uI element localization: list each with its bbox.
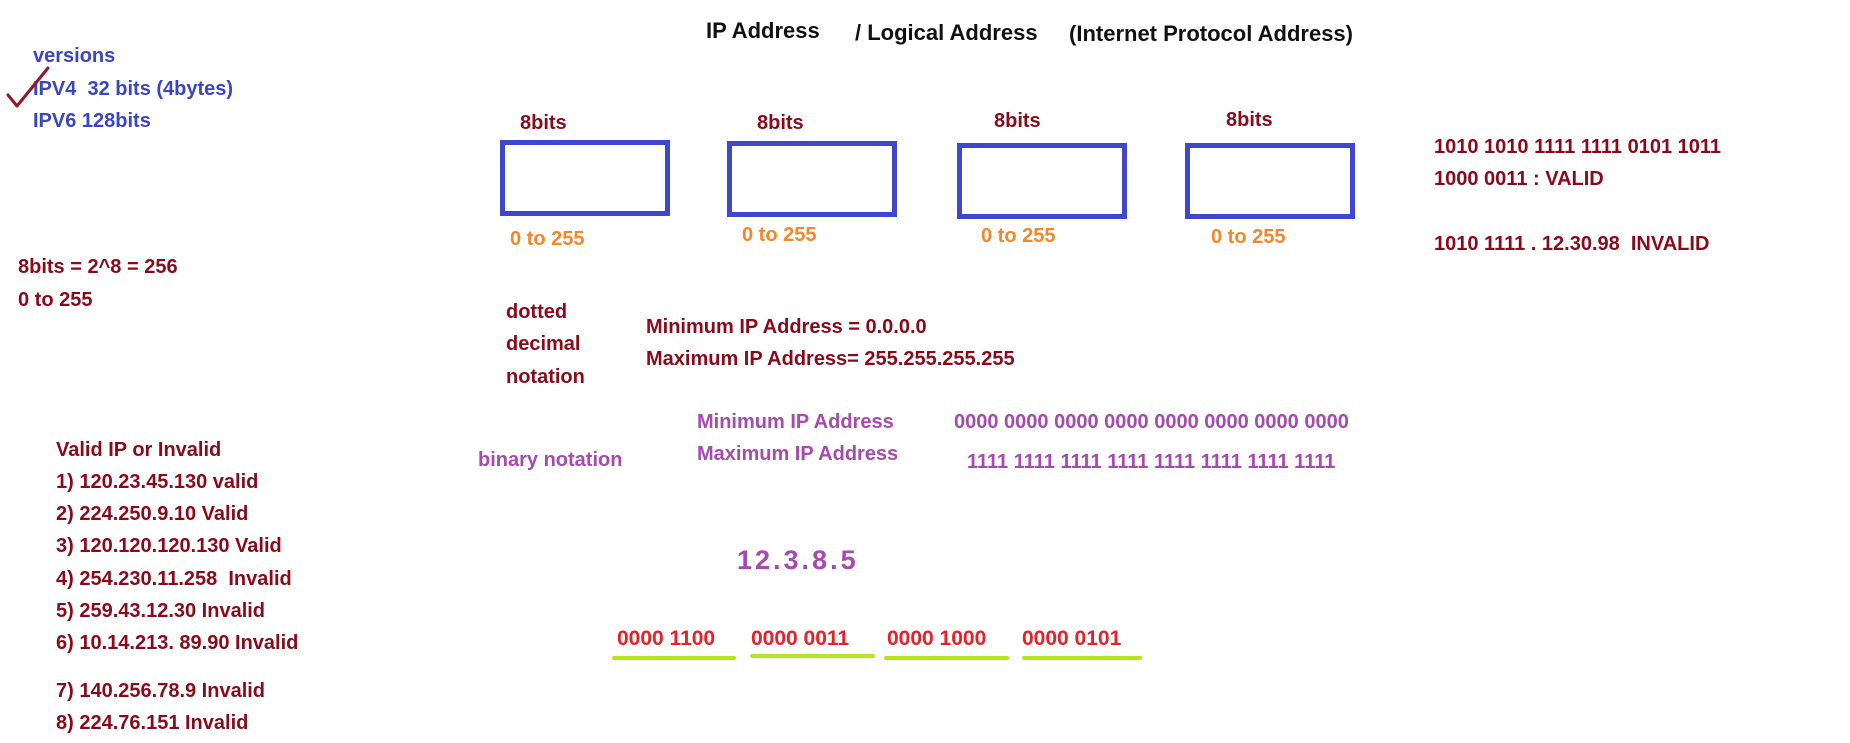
dotted-max: Maximum IP Address= 255.255.255.255	[646, 348, 1015, 370]
validity-item-2: 2) 224.250.9.10 Valid	[56, 503, 249, 525]
octet-1-range: 0 to 255	[510, 228, 585, 250]
example-binary-group-1: 0000 1100	[617, 627, 716, 650]
octet-1-box	[500, 140, 670, 216]
octet-2-bits: 8bits	[757, 112, 804, 134]
example-underline-3	[884, 656, 1009, 660]
octet-4-bits: 8bits	[1226, 109, 1273, 131]
example-binary-group-4: 0000 0101	[1022, 627, 1122, 650]
validity-item-1: 1) 120.23.45.130 valid	[56, 471, 259, 493]
binary-label: binary notation	[478, 449, 623, 471]
validity-item-5: 5) 259.43.12.30 Invalid	[56, 600, 266, 622]
binary-min-label: Minimum IP Address	[697, 411, 894, 433]
validity-item-3: 3) 120.120.120.130 Valid	[56, 535, 282, 557]
octet-1-bits: 8bits	[520, 112, 567, 134]
octet-2-box	[727, 141, 897, 217]
dotted-min: Minimum IP Address = 0.0.0.0	[646, 316, 927, 338]
example-underline-4	[1022, 656, 1142, 660]
example-underline-2	[750, 654, 875, 658]
binary-valid-line2: 1000 0011 : VALID	[1434, 168, 1604, 190]
validity-item-7: 7) 140.256.78.9 Invalid	[56, 680, 266, 702]
octet-2-range: 0 to 255	[742, 224, 817, 246]
octet-3-range: 0 to 255	[981, 225, 1056, 247]
validity-item-6: 6) 10.14.213. 89.90 Invalid	[56, 632, 299, 654]
binary-max-value: 1111 1111 1111 1111 1111 1111 1111 1111	[967, 451, 1336, 473]
example-ip: 12.3.8.5	[737, 545, 859, 575]
example-underline-1	[612, 656, 736, 660]
dotted-label-3: notation	[506, 366, 585, 388]
example-binary-group-2: 0000 0011	[751, 627, 850, 650]
octet-3-bits: 8bits	[994, 110, 1041, 132]
octet-4-box	[1185, 143, 1355, 219]
binary-valid-line1: 1010 1010 1111 1111 0101 1011	[1434, 136, 1722, 158]
eight-bits-formula: 8bits = 2^8 = 256	[18, 256, 178, 278]
octet-4-range: 0 to 255	[1211, 226, 1286, 248]
eight-bits-range: 0 to 255	[18, 289, 93, 311]
octet-3-box	[957, 143, 1127, 219]
dotted-label-2: decimal	[506, 333, 581, 355]
example-binary-group-3: 0000 1000	[887, 627, 987, 650]
binary-min-value: 0000 0000 0000 0000 0000 0000 0000 0000	[954, 411, 1349, 433]
binary-invalid: 1010 1111 . 12.30.98 INVALID	[1434, 233, 1710, 255]
binary-max-label: Maximum IP Address	[697, 443, 899, 465]
validity-item-4: 4) 254.230.11.258 Invalid	[56, 568, 292, 590]
dotted-label-1: dotted	[506, 301, 568, 323]
validity-item-8: 8) 224.76.151 Invalid	[56, 712, 249, 734]
validity-heading: Valid IP or Invalid	[56, 439, 222, 461]
